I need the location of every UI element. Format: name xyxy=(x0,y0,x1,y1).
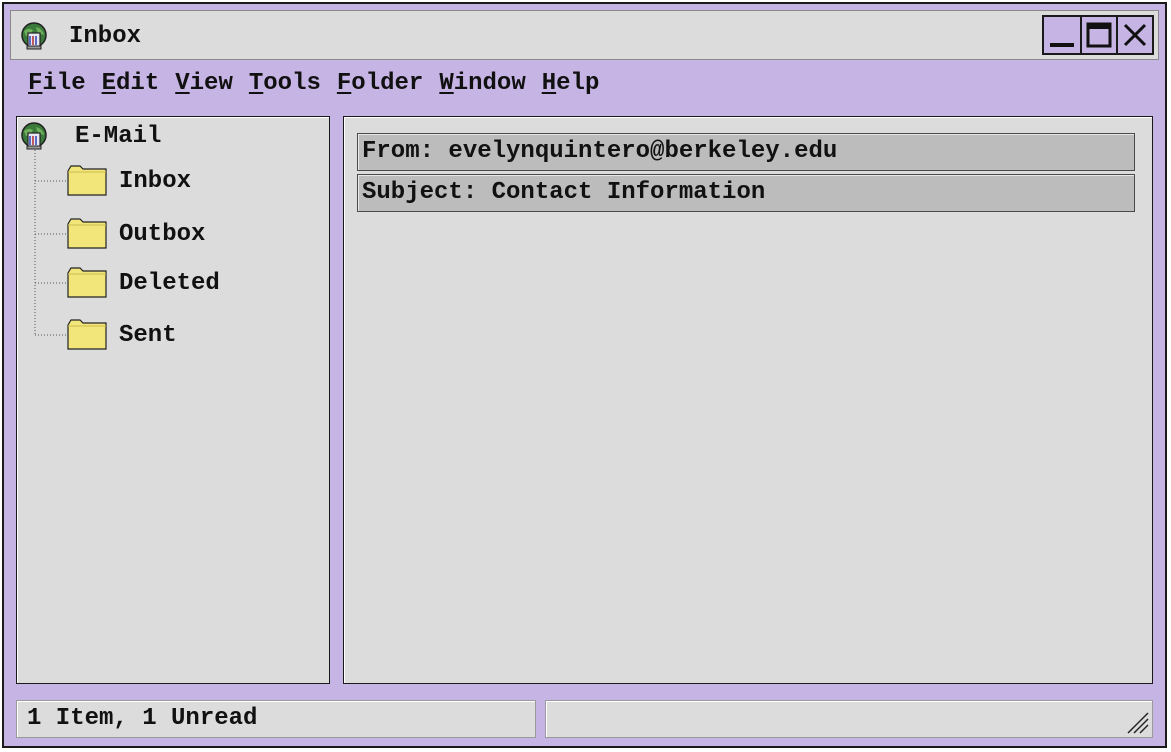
message-pane[interactable]: From: evelynquintero@berkeley.edu Subjec… xyxy=(343,116,1153,684)
mail-globe-icon xyxy=(21,122,47,150)
mail-globe-icon xyxy=(21,22,47,50)
folder-icon xyxy=(67,319,107,350)
tree-root-email[interactable]: E-Mail xyxy=(19,119,161,153)
window-controls xyxy=(1042,15,1154,55)
tree-item-outbox[interactable]: Outbox xyxy=(67,216,205,252)
tree-root-label: E-Mail xyxy=(75,122,162,150)
folder-icon xyxy=(67,218,107,249)
menu-window[interactable]: Window xyxy=(439,68,525,100)
status-summary: 1 Item, 1 Unread xyxy=(16,700,536,738)
menu-help[interactable]: Help xyxy=(542,68,600,100)
tree-item-inbox[interactable]: Inbox xyxy=(67,163,191,199)
tree-item-label: Sent xyxy=(119,321,177,349)
folder-icon xyxy=(67,165,107,196)
minimize-button[interactable] xyxy=(1044,17,1080,53)
menu-file[interactable]: File xyxy=(28,68,86,100)
menu-bar: File Edit View Tools Folder Window Help xyxy=(28,68,599,100)
menu-edit[interactable]: Edit xyxy=(102,68,160,100)
tree-item-deleted[interactable]: Deleted xyxy=(67,265,220,301)
subject-field[interactable]: Subject: Contact Information xyxy=(357,174,1135,212)
status-panel xyxy=(545,700,1153,738)
folder-tree-pane: E-Mail Inbox Outbox Deleted Sent xyxy=(16,116,330,684)
tree-item-label: Inbox xyxy=(119,167,192,195)
close-button[interactable] xyxy=(1116,17,1152,53)
tree-item-label: Outbox xyxy=(119,220,206,248)
tree-item-label: Deleted xyxy=(119,269,220,297)
maximize-button[interactable] xyxy=(1080,17,1116,53)
tree-item-sent[interactable]: Sent xyxy=(67,317,177,353)
title-bar[interactable]: Inbox xyxy=(10,10,1159,60)
resize-grip-icon[interactable] xyxy=(1122,707,1150,735)
menu-view[interactable]: View xyxy=(175,68,233,100)
mail-window: Inbox File Edit View Tools Folder Window… xyxy=(2,2,1167,748)
window-title: Inbox xyxy=(69,23,142,50)
folder-icon xyxy=(67,267,107,298)
menu-folder[interactable]: Folder xyxy=(337,68,423,100)
minimize-icon xyxy=(1050,43,1074,47)
from-field[interactable]: From: evelynquintero@berkeley.edu xyxy=(357,133,1135,171)
close-icon xyxy=(1123,23,1147,47)
menu-tools[interactable]: Tools xyxy=(249,68,321,100)
maximize-icon xyxy=(1086,22,1112,48)
